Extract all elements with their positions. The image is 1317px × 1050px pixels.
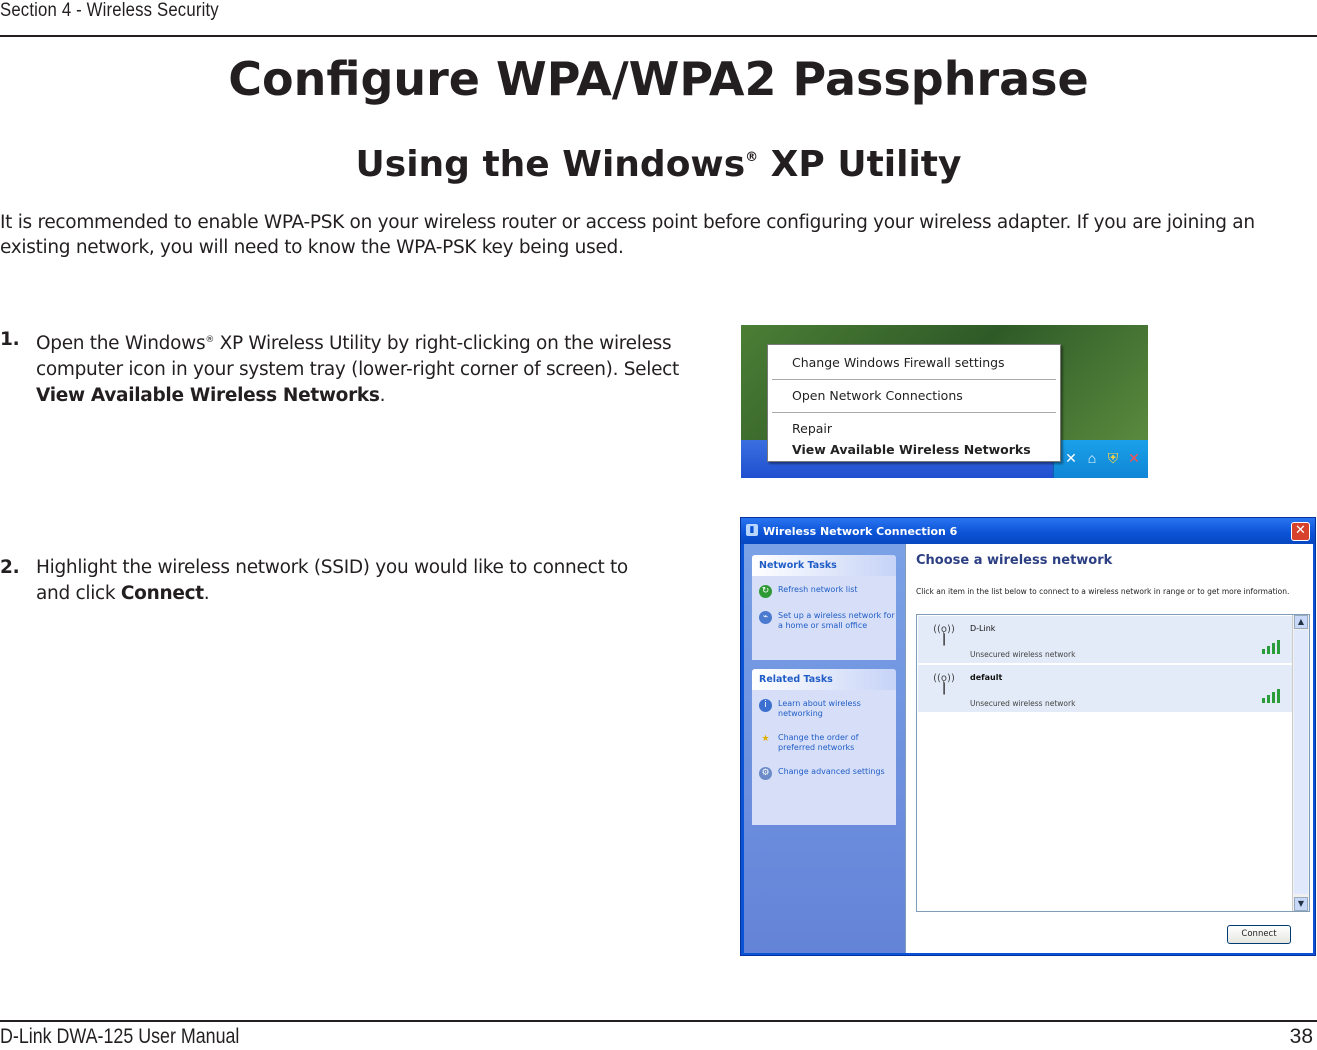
network-list: ((ǫ)) ┃ D-Link Unsecured wireless network… xyxy=(916,614,1310,912)
page-number: 38 xyxy=(1289,1025,1313,1048)
change-advanced-link[interactable]: ⚙ Change advanced settings xyxy=(752,767,896,780)
footer-rule xyxy=(0,1020,1317,1022)
registered-mark: ® xyxy=(745,150,759,165)
context-menu-screenshot: ✕ ⌂ ⛨ ✕ Change Windows Firewall settings… xyxy=(741,325,1148,478)
network-item[interactable]: ((ǫ)) ┃ D-Link Unsecured wireless network xyxy=(918,616,1293,663)
close-button[interactable]: ✕ xyxy=(1291,522,1310,541)
scroll-up-icon[interactable]: ▲ xyxy=(1294,615,1308,629)
refresh-icon: ↻ xyxy=(759,585,772,598)
wireless-icon: ▮ xyxy=(746,524,758,536)
wireless-network-icon[interactable]: ✕ xyxy=(1126,450,1142,466)
list-scrollbar[interactable]: ▲ ▼ xyxy=(1292,615,1309,911)
page-title: Configure WPA/WPA2 Passphrase xyxy=(228,52,1089,106)
network-item[interactable]: ((ǫ)) ┃ default Unsecured wireless networ… xyxy=(918,665,1293,712)
learn-wireless-link[interactable]: i Learn about wireless networking xyxy=(752,699,896,719)
choose-network-title: Choose a wireless network xyxy=(916,553,1113,568)
network-ssid: D-Link xyxy=(970,624,996,633)
home-icon[interactable]: ⌂ xyxy=(1084,450,1100,466)
star-icon: ★ xyxy=(761,734,770,744)
dialog-title: Wireless Network Connection 6 xyxy=(763,525,958,538)
panel-heading: Related Tasks xyxy=(752,669,896,690)
wireless-antenna-icon: ((ǫ)) ┃ xyxy=(933,624,955,646)
section-header: Section 4 - Wireless Security xyxy=(0,0,219,21)
intro-paragraph: It is recommended to enable WPA-PSK on y… xyxy=(0,212,1255,258)
network-list-pane: Choose a wireless network Click an item … xyxy=(905,544,1313,953)
step-end: . xyxy=(203,583,210,604)
step-2: 2. Highlight the wireless network (SSID)… xyxy=(0,555,690,607)
step-text: Open the Windows® XP Wireless Utility by… xyxy=(36,327,690,409)
panel-heading: Network Tasks xyxy=(752,555,896,576)
menu-item-repair[interactable]: Repair xyxy=(792,421,832,436)
setup-network-icon: ⌁ xyxy=(759,611,772,624)
step-text-a: Open the Windows xyxy=(36,333,206,355)
network-status: Unsecured wireless network xyxy=(970,699,1076,708)
context-menu: Change Windows Firewall settings Open Ne… xyxy=(767,344,1061,462)
scroll-thumb[interactable] xyxy=(1294,630,1308,894)
step-bold: Connect xyxy=(120,583,204,604)
footer-manual-title: D-Link DWA-125 User Manual xyxy=(0,1025,240,1048)
network-tasks-panel: Network Tasks ↻ Refresh network list ⌁ Set… xyxy=(752,555,896,660)
page-subtitle: Using the Windows® XP Utility xyxy=(0,144,1317,185)
security-shield-icon[interactable]: ⛨ xyxy=(1105,450,1121,466)
connect-button[interactable]: Connect xyxy=(1227,925,1291,944)
dialog-titlebar: ▮ Wireless Network Connection 6 ✕ xyxy=(741,518,1315,544)
menu-separator xyxy=(772,412,1056,413)
header-rule xyxy=(0,35,1317,37)
wireless-antenna-icon: ((ǫ)) ┃ xyxy=(933,673,955,695)
signal-strength-icon xyxy=(1262,689,1280,703)
choose-network-description: Click an item in the list below to conne… xyxy=(916,587,1290,596)
setup-wireless-network-link[interactable]: ⌁ Set up a wireless network for a home or… xyxy=(752,611,896,631)
settings-icon: ⚙ xyxy=(759,767,772,780)
network-ssid: default xyxy=(970,673,1003,682)
step-end: . xyxy=(379,385,386,407)
scroll-down-icon[interactable]: ▼ xyxy=(1294,897,1308,911)
link-label: Set up a wireless network for a home or … xyxy=(778,611,895,630)
wireless-dialog-screenshot: ▮ Wireless Network Connection 6 ✕ Networ… xyxy=(740,517,1316,956)
step-bold: View Available Wireless Networks xyxy=(36,385,380,407)
menu-item-view-networks[interactable]: View Available Wireless Networks xyxy=(792,442,1031,457)
change-order-link[interactable]: ★ Change the order of preferred networks xyxy=(752,733,896,753)
info-icon: i xyxy=(759,699,772,712)
menu-item-network-connections[interactable]: Open Network Connections xyxy=(792,388,963,403)
step-1: 1. Open the Windows® XP Wireless Utility… xyxy=(0,327,690,409)
network-status: Unsecured wireless network xyxy=(970,650,1076,659)
step-text: Highlight the wireless network (SSID) yo… xyxy=(36,555,646,607)
network-disconnected-icon[interactable]: ✕ xyxy=(1063,450,1079,466)
step-number: 2. xyxy=(0,557,20,578)
registered-mark: ® xyxy=(205,335,215,345)
subtitle-post: XP Utility xyxy=(758,144,962,185)
step-number: 1. xyxy=(0,329,20,350)
link-label: Refresh network list xyxy=(778,585,858,594)
link-label: Change the order of preferred networks xyxy=(778,733,859,752)
signal-strength-icon xyxy=(1262,640,1280,654)
subtitle-pre: Using the Windows xyxy=(355,144,746,185)
task-pane: Network Tasks ↻ Refresh network list ⌁ Set… xyxy=(744,544,905,953)
menu-item-firewall[interactable]: Change Windows Firewall settings xyxy=(792,355,1005,370)
related-tasks-panel: Related Tasks i Learn about wireless netw… xyxy=(752,669,896,825)
link-label: Learn about wireless networking xyxy=(778,699,861,718)
menu-separator xyxy=(772,379,1056,380)
link-label: Change advanced settings xyxy=(778,767,885,776)
refresh-network-list-link[interactable]: ↻ Refresh network list xyxy=(752,585,896,598)
